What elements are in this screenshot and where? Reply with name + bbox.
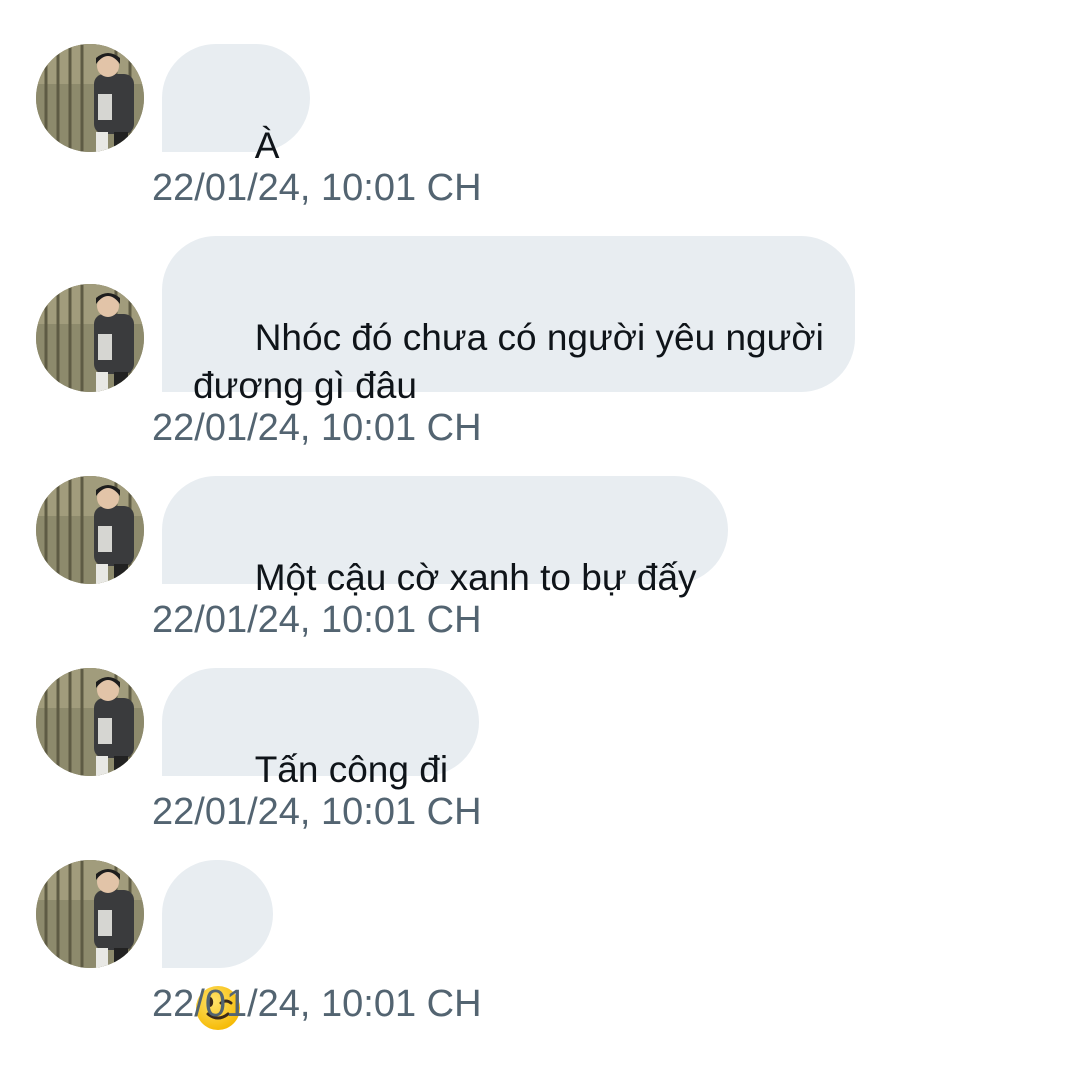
message-bubble[interactable]: Một cậu cờ xanh to bự đấy: [162, 476, 728, 598]
sender-avatar[interactable]: [36, 284, 144, 392]
sender-avatar[interactable]: [36, 476, 144, 584]
message-bubble[interactable]: [162, 860, 273, 1031]
conversation-thread: À 22/01/24, 10:01 CH Nhóc đó chưa có ngư…: [0, 0, 1080, 1031]
message-text: À: [254, 125, 280, 166]
sender-avatar[interactable]: [36, 860, 144, 968]
message-bubble[interactable]: À: [162, 44, 311, 166]
message-timestamp: 22/01/24, 10:01 CH: [152, 167, 482, 209]
sender-avatar[interactable]: [36, 668, 144, 776]
message-timestamp: 22/01/24, 10:01 CH: [152, 791, 482, 833]
message-timestamp: 22/01/24, 10:01 CH: [152, 599, 482, 641]
message-text: Nhóc đó chưa có người yêu người đương gì…: [193, 317, 824, 406]
message-text: Một cậu cờ xanh to bự đấy: [254, 557, 697, 598]
sender-avatar[interactable]: [36, 44, 144, 152]
message-bubble[interactable]: Tấn công đi: [162, 668, 480, 790]
message-timestamp: 22/01/24, 10:01 CH: [152, 407, 482, 449]
message-timestamp: 22/01/24, 10:01 CH: [152, 983, 482, 1025]
message-text: Tấn công đi: [254, 749, 449, 790]
message-bubble[interactable]: Nhóc đó chưa có người yêu người đương gì…: [162, 236, 855, 406]
